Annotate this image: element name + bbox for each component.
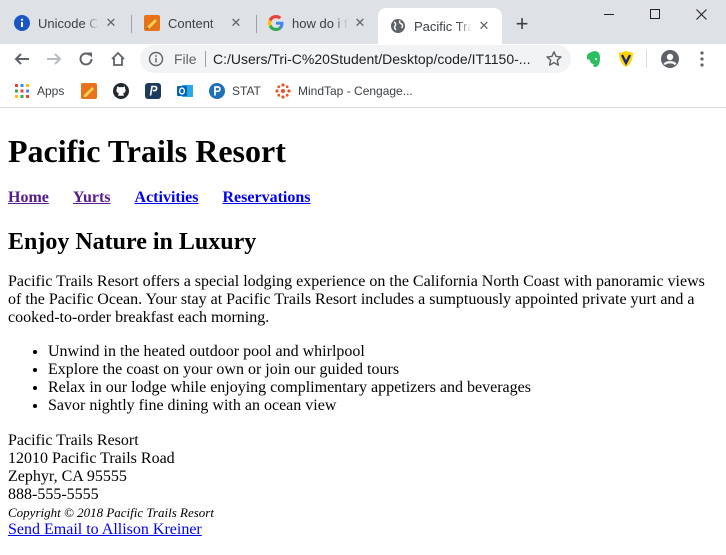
bookmarks-bar: Apps STAT MindTap - Cengage... — [0, 74, 726, 108]
evernote-extension-icon[interactable] — [582, 47, 606, 71]
section-heading: Enjoy Nature in Luxury — [8, 229, 257, 255]
bookmark-label: MindTap - Cengage... — [298, 84, 413, 98]
omnibox-divider — [205, 51, 206, 67]
nav-link-activities[interactable]: Activities — [135, 189, 199, 206]
close-icon[interactable]: ✕ — [352, 15, 368, 31]
page-title: Pacific Trails Resort — [8, 133, 286, 169]
address-street: 12010 Pacific Trails Road — [8, 450, 175, 467]
tab-title: how do i fi — [292, 15, 348, 31]
maximize-icon[interactable] — [632, 0, 678, 28]
tab-content[interactable]: Content ✕ — [132, 8, 254, 38]
bookmark-apps[interactable]: Apps — [14, 82, 64, 100]
tab-title: Content — [168, 15, 214, 31]
github-icon — [113, 83, 129, 99]
forward-arrow-icon[interactable] — [42, 47, 66, 71]
close-icon[interactable]: ✕ — [228, 15, 244, 31]
address-bar[interactable]: File C:/Users/Tri-C%20Student/Desktop/co… — [140, 45, 571, 73]
bookmark-label: Apps — [37, 84, 65, 98]
close-icon[interactable]: ✕ — [103, 15, 119, 31]
list-item: Explore the coast on your own or join ou… — [48, 361, 531, 379]
shield-extension-icon[interactable] — [614, 47, 638, 71]
info-icon — [14, 15, 30, 31]
nav-link-home[interactable]: Home — [8, 189, 49, 206]
tab-google-search[interactable]: how do i fi ✕ — [256, 8, 378, 38]
close-icon[interactable]: ✕ — [476, 18, 492, 34]
pencil-doc-icon — [81, 83, 97, 99]
mindtap-icon — [275, 83, 291, 99]
email-link[interactable]: Send Email to Allison Kreiner — [8, 521, 202, 539]
tab-title: Unicode Ch — [38, 15, 99, 31]
page-viewport: Pacific Trails Resort Home Yurts Activitie… — [0, 109, 726, 555]
bookmark-stat[interactable]: STAT — [209, 82, 261, 100]
list-item: Relax in our lodge while enjoying compli… — [48, 379, 531, 397]
bookmark-label: STAT — [232, 84, 261, 98]
home-icon[interactable] — [106, 47, 130, 71]
window-close-icon[interactable] — [678, 0, 724, 28]
list-item: Unwind in the heated outdoor pool and wh… — [48, 343, 531, 361]
reload-icon[interactable] — [74, 47, 98, 71]
address-name: Pacific Trails Resort — [8, 432, 139, 449]
url-text[interactable]: C:/Users/Tri-C%20Student/Desktop/code/IT… — [213, 51, 531, 67]
nav-link-reservations[interactable]: Reservations — [223, 189, 311, 206]
list-item: Savor nightly fine dining with an ocean … — [48, 397, 531, 415]
back-arrow-icon[interactable] — [10, 47, 34, 71]
google-icon — [268, 15, 284, 31]
site-nav: Home Yurts Activities Reservations — [8, 189, 334, 207]
bookmark-mindtap[interactable]: MindTap - Cengage... — [275, 82, 413, 100]
profile-avatar-icon[interactable] — [658, 47, 682, 71]
tab-title: Pacific Trai — [414, 18, 472, 34]
bookmark-star-icon[interactable] — [545, 50, 563, 68]
toolbar-divider — [646, 47, 647, 71]
bookmark-p-square[interactable] — [145, 82, 168, 100]
menu-dots-icon[interactable] — [690, 47, 714, 71]
tab-pacific-trails[interactable]: Pacific Trai ✕ — [378, 8, 502, 44]
tab-strip: Unicode Ch ✕ Content ✕ how do i fi ✕ Pac… — [0, 0, 726, 44]
address-phone: 888-555-5555 — [8, 486, 99, 503]
apps-grid-icon — [15, 84, 29, 98]
tab-unicode[interactable]: Unicode Ch ✕ — [2, 8, 129, 38]
p-square-icon — [145, 83, 161, 99]
new-tab-plus-icon[interactable]: + — [510, 13, 534, 37]
bookmark-outlook[interactable] — [177, 82, 200, 100]
intro-paragraph: Pacific Trails Resort offers a special l… — [8, 273, 705, 326]
copyright-text: Copyright © 2018 Pacific Trails Resort — [8, 505, 214, 520]
minimize-icon[interactable] — [586, 0, 632, 28]
bookmark-github[interactable] — [113, 82, 136, 100]
features-list: Unwind in the heated outdoor pool and wh… — [8, 343, 531, 415]
outlook-icon — [177, 85, 193, 97]
pencil-doc-icon — [144, 15, 160, 31]
contact-address: Pacific Trails Resort 12010 Pacific Trai… — [8, 432, 175, 504]
globe-icon — [391, 19, 405, 33]
bookmark-content[interactable] — [81, 82, 104, 100]
p-circle-icon — [209, 83, 225, 99]
nav-link-yurts[interactable]: Yurts — [73, 189, 111, 206]
scheme-label: File — [174, 51, 197, 67]
info-circle-icon[interactable] — [148, 51, 164, 67]
address-city: Zephyr, CA 95555 — [8, 468, 127, 485]
browser-toolbar: File C:/Users/Tri-C%20Student/Desktop/co… — [0, 44, 726, 74]
